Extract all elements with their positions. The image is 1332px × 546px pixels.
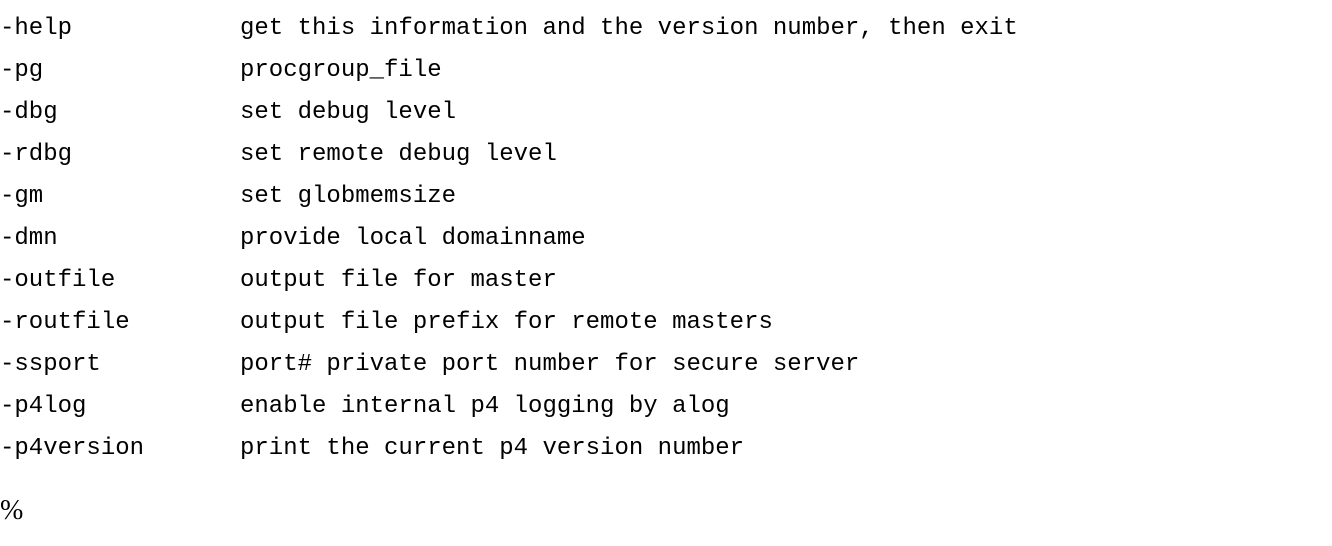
- option-row: -p4version print the current p4 version …: [0, 428, 1332, 470]
- option-row: -dmn provide local domainname: [0, 218, 1332, 260]
- option-row: -dbg set debug level: [0, 92, 1332, 134]
- option-description: get this information and the version num…: [240, 8, 1332, 50]
- option-flag: -gm: [0, 176, 240, 218]
- shell-prompt: %: [0, 490, 1332, 532]
- option-description: print the current p4 version number: [240, 428, 1332, 470]
- option-flag: -ssport: [0, 344, 240, 386]
- option-row: -outfile output file for master: [0, 260, 1332, 302]
- option-row: -pg procgroup_file: [0, 50, 1332, 92]
- option-description: output file prefix for remote masters: [240, 302, 1332, 344]
- option-description: provide local domainname: [240, 218, 1332, 260]
- option-description: port# private port number for secure ser…: [240, 344, 1332, 386]
- option-description: enable internal p4 logging by alog: [240, 386, 1332, 428]
- command-options-list: -help get this information and the versi…: [0, 8, 1332, 470]
- option-flag: -dbg: [0, 92, 240, 134]
- option-description: set remote debug level: [240, 134, 1332, 176]
- option-flag: -p4log: [0, 386, 240, 428]
- option-flag: -rdbg: [0, 134, 240, 176]
- option-flag: -pg: [0, 50, 240, 92]
- option-flag: -dmn: [0, 218, 240, 260]
- option-row: -routfile output file prefix for remote …: [0, 302, 1332, 344]
- option-description: set globmemsize: [240, 176, 1332, 218]
- option-row: -p4log enable internal p4 logging by alo…: [0, 386, 1332, 428]
- option-flag: -p4version: [0, 428, 240, 470]
- option-row: -gm set globmemsize: [0, 176, 1332, 218]
- option-description: procgroup_file: [240, 50, 1332, 92]
- option-row: -help get this information and the versi…: [0, 8, 1332, 50]
- option-description: output file for master: [240, 260, 1332, 302]
- option-description: set debug level: [240, 92, 1332, 134]
- option-flag: -outfile: [0, 260, 240, 302]
- option-flag: -routfile: [0, 302, 240, 344]
- option-row: -rdbg set remote debug level: [0, 134, 1332, 176]
- option-flag: -help: [0, 8, 240, 50]
- option-row: -ssport port# private port number for se…: [0, 344, 1332, 386]
